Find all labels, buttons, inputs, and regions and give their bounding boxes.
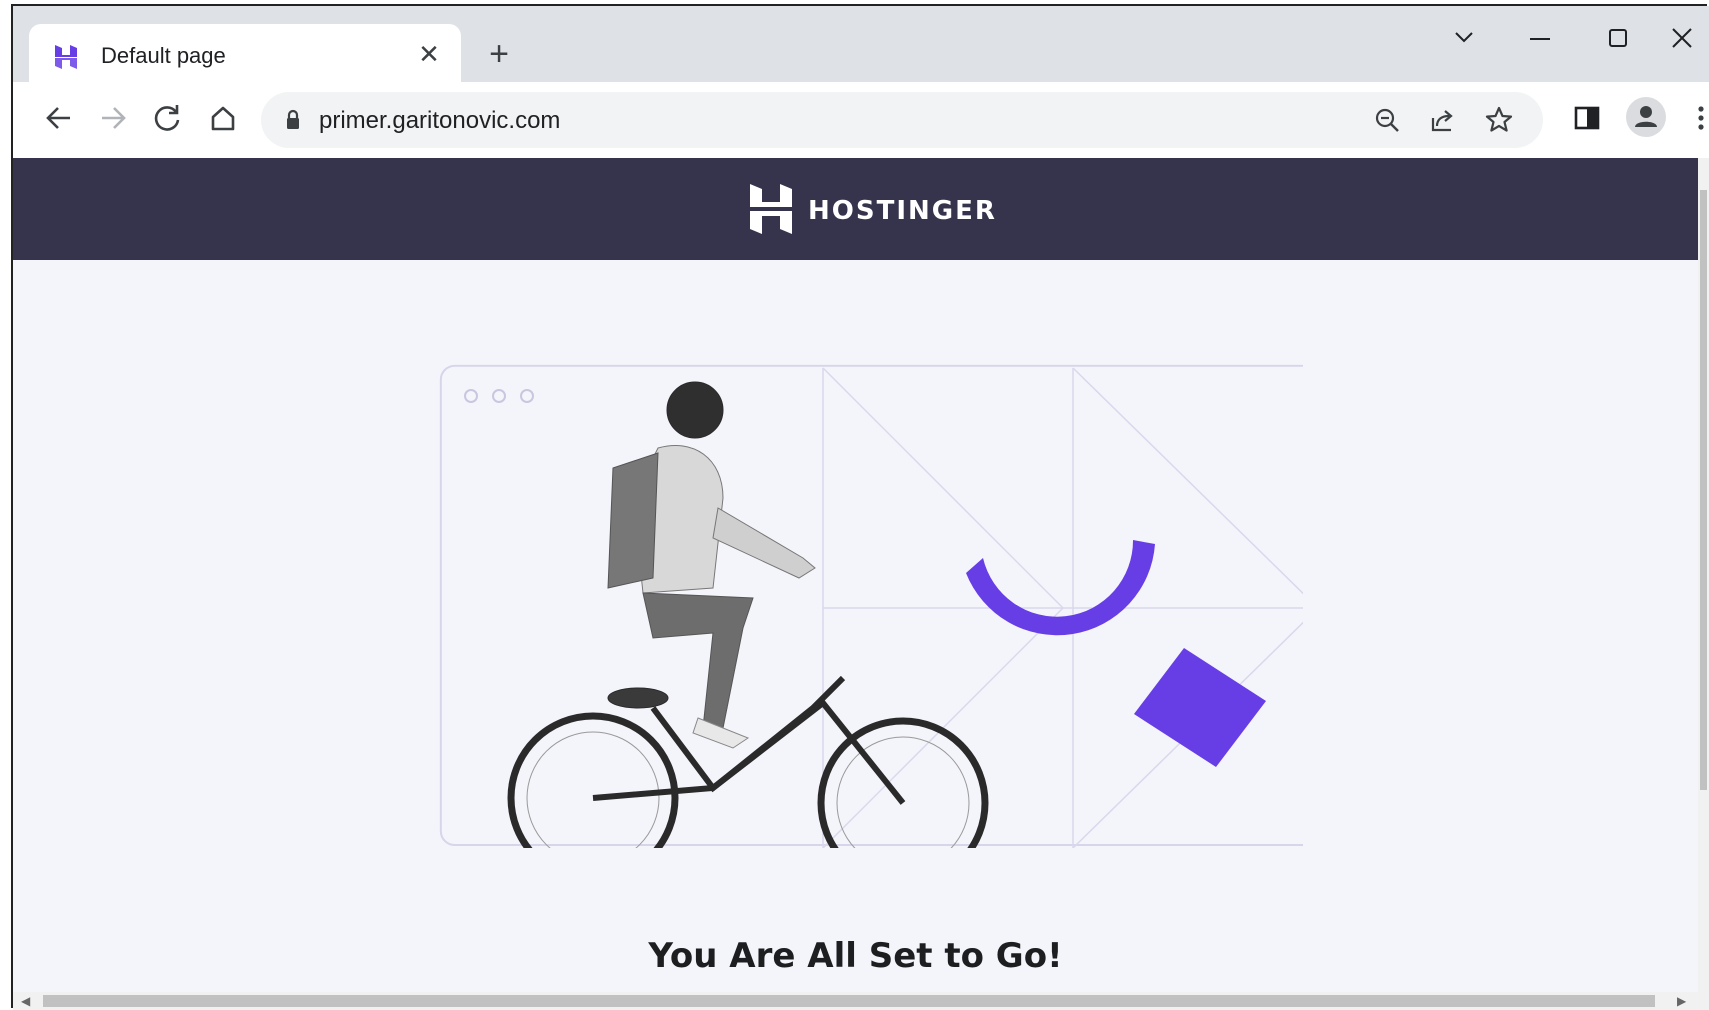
horizontal-scrollbar-thumb[interactable] xyxy=(43,995,1655,1007)
forward-icon[interactable] xyxy=(93,98,133,138)
browser-toolbar: primer.garitonovic.com xyxy=(13,82,1709,158)
horizontal-scrollbar[interactable]: ◀ ▶ xyxy=(13,992,1709,1010)
hero-illustration xyxy=(439,364,1303,848)
brand-name: HOSTINGER xyxy=(808,196,997,226)
vertical-scrollbar[interactable] xyxy=(1698,158,1709,992)
url-text[interactable]: primer.garitonovic.com xyxy=(319,107,560,135)
page-content: HOSTINGER You Are All Set to Go! xyxy=(13,158,1698,992)
scroll-right-arrow-icon[interactable]: ▶ xyxy=(1677,994,1686,1008)
frame-dot-icon xyxy=(464,389,478,403)
minimize-icon[interactable] xyxy=(1515,20,1565,56)
frame-dot-icon xyxy=(492,389,506,403)
maximize-icon[interactable] xyxy=(1593,20,1643,56)
tab-title: Default page xyxy=(101,43,226,68)
lock-icon[interactable] xyxy=(277,104,309,136)
hero-grid xyxy=(822,367,1303,848)
accent-diamond xyxy=(1134,648,1266,767)
tab-strip: Default page ✕ + xyxy=(13,6,1709,86)
tab-default-page[interactable]: Default page ✕ xyxy=(29,24,461,86)
chevron-down-icon[interactable] xyxy=(1439,20,1489,56)
scroll-left-arrow-icon[interactable]: ◀ xyxy=(21,994,30,1008)
page-headline: You Are All Set to Go! xyxy=(648,936,1063,976)
hostinger-favicon-icon xyxy=(55,45,77,69)
share-icon[interactable] xyxy=(1427,104,1459,136)
accent-arc xyxy=(966,540,1155,636)
frame-dot-icon xyxy=(520,389,534,403)
profile-icon[interactable] xyxy=(1625,96,1667,138)
menu-icon[interactable] xyxy=(1683,100,1709,136)
star-icon[interactable] xyxy=(1483,104,1515,136)
browser-window: Default page ✕ + primer.garitonovic.com … xyxy=(11,4,1709,1010)
reload-icon[interactable] xyxy=(147,98,187,138)
hostinger-logo-icon xyxy=(750,184,792,234)
hero-frame xyxy=(439,364,1303,846)
back-icon[interactable] xyxy=(39,98,79,138)
tab-close-button[interactable]: ✕ xyxy=(413,38,445,70)
zoom-out-icon[interactable] xyxy=(1371,104,1403,136)
site-header: HOSTINGER xyxy=(13,158,1698,260)
home-icon[interactable] xyxy=(203,98,243,138)
close-icon[interactable] xyxy=(1657,20,1707,56)
cyclist-image xyxy=(507,381,989,848)
new-tab-button[interactable]: + xyxy=(481,36,517,72)
side-panel-icon[interactable] xyxy=(1569,100,1605,136)
address-bar[interactable]: primer.garitonovic.com xyxy=(261,92,1543,148)
vertical-scrollbar-thumb[interactable] xyxy=(1700,190,1707,790)
